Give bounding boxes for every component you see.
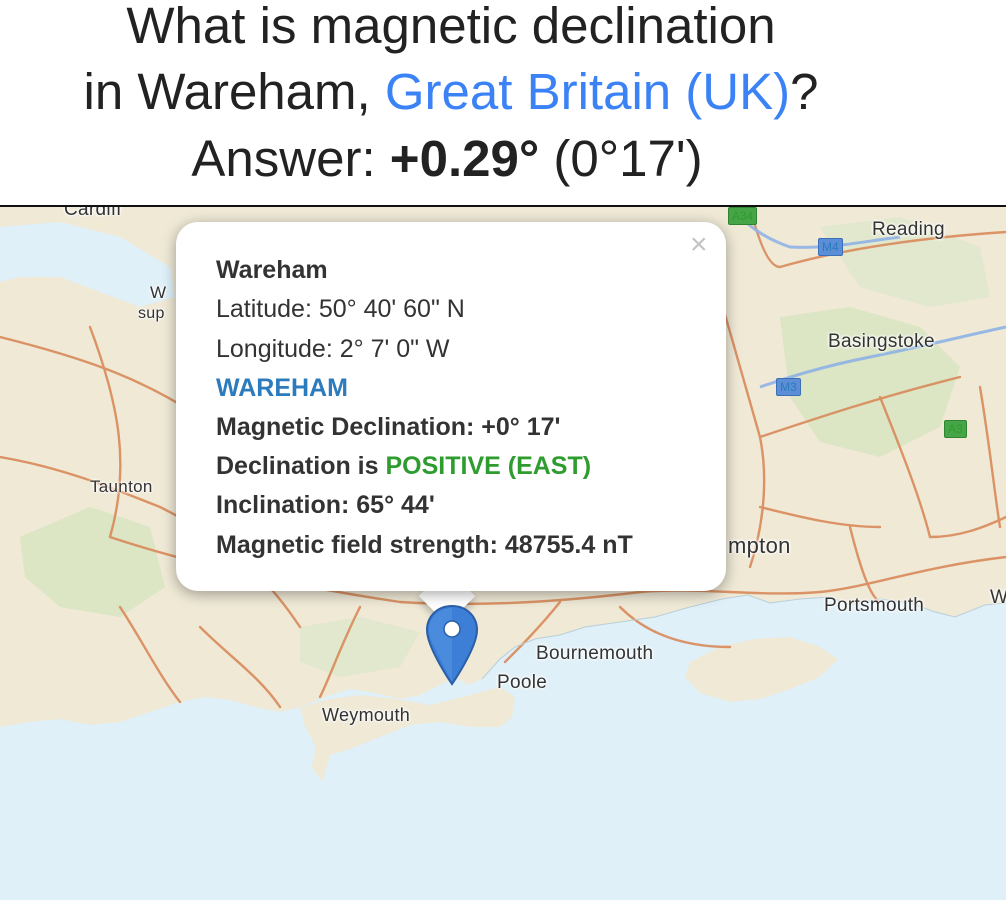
map-marker-icon[interactable] [424,604,480,688]
question-line-1: What is magnetic declination [0,0,954,58]
answer-label: Answer: [191,130,390,187]
popup-field-strength: Magnetic field strength: 48755.4 nT [216,531,633,559]
label-fragment: W [990,587,1006,608]
road-shield-a3: A3 [944,420,967,438]
question-text: What is magnetic declination [126,0,776,54]
label-southampton-fragment: mpton [728,533,791,558]
label-weymouth: Weymouth [322,705,411,725]
declination-direction-label: Declination is [216,452,386,480]
answer-dms: (0°17') [539,130,703,187]
label-poole: Poole [497,672,548,693]
popup-latitude: Latitude: 50° 40' 60" N [216,295,465,323]
country-link[interactable]: Great Britain (UK) [385,63,790,120]
popup-close-button[interactable]: × [690,229,708,261]
question-text-prefix: in Wareham, [83,63,385,120]
label-reading: Reading [872,219,945,240]
road-shield-m4: M4 [818,238,843,256]
label-fragment: sup [138,305,165,322]
answer-value: +0.29° [389,130,540,187]
label-basingstoke: Basingstoke [828,331,935,352]
popup-tip-cover [400,555,500,591]
label-taunton: Taunton [90,477,153,496]
road-shield-a34: A34 [728,207,758,225]
popup-inclination: Inclination: 65° 44' [216,491,435,519]
road-shield-m3: M3 [776,378,801,396]
question-line-2: in Wareham, Great Britain (UK)? [0,60,954,124]
land-purbeck [300,687,515,782]
answer-line: Answer: +0.29° (0°17') [0,127,950,191]
declination-direction-value: POSITIVE (EAST) [385,452,592,480]
label-fragment: W [150,283,167,302]
label-cardiff: Cardiff [64,207,122,220]
popup-longitude: Longitude: 2° 7' 0" W [216,335,450,363]
popup-declination: Magnetic Declination: +0° 17' [216,413,561,441]
popup-place-name: Wareham [216,256,328,284]
question-mark: ? [790,63,819,120]
popup-declination-direction: Declination is POSITIVE (EAST) [216,451,591,481]
label-portsmouth: Portsmouth [824,595,925,616]
popup-place-link[interactable]: WAREHAM [216,373,348,403]
label-bournemouth: Bournemouth [536,643,654,664]
question-header: What is magnetic declination in Wareham,… [0,0,1006,205]
